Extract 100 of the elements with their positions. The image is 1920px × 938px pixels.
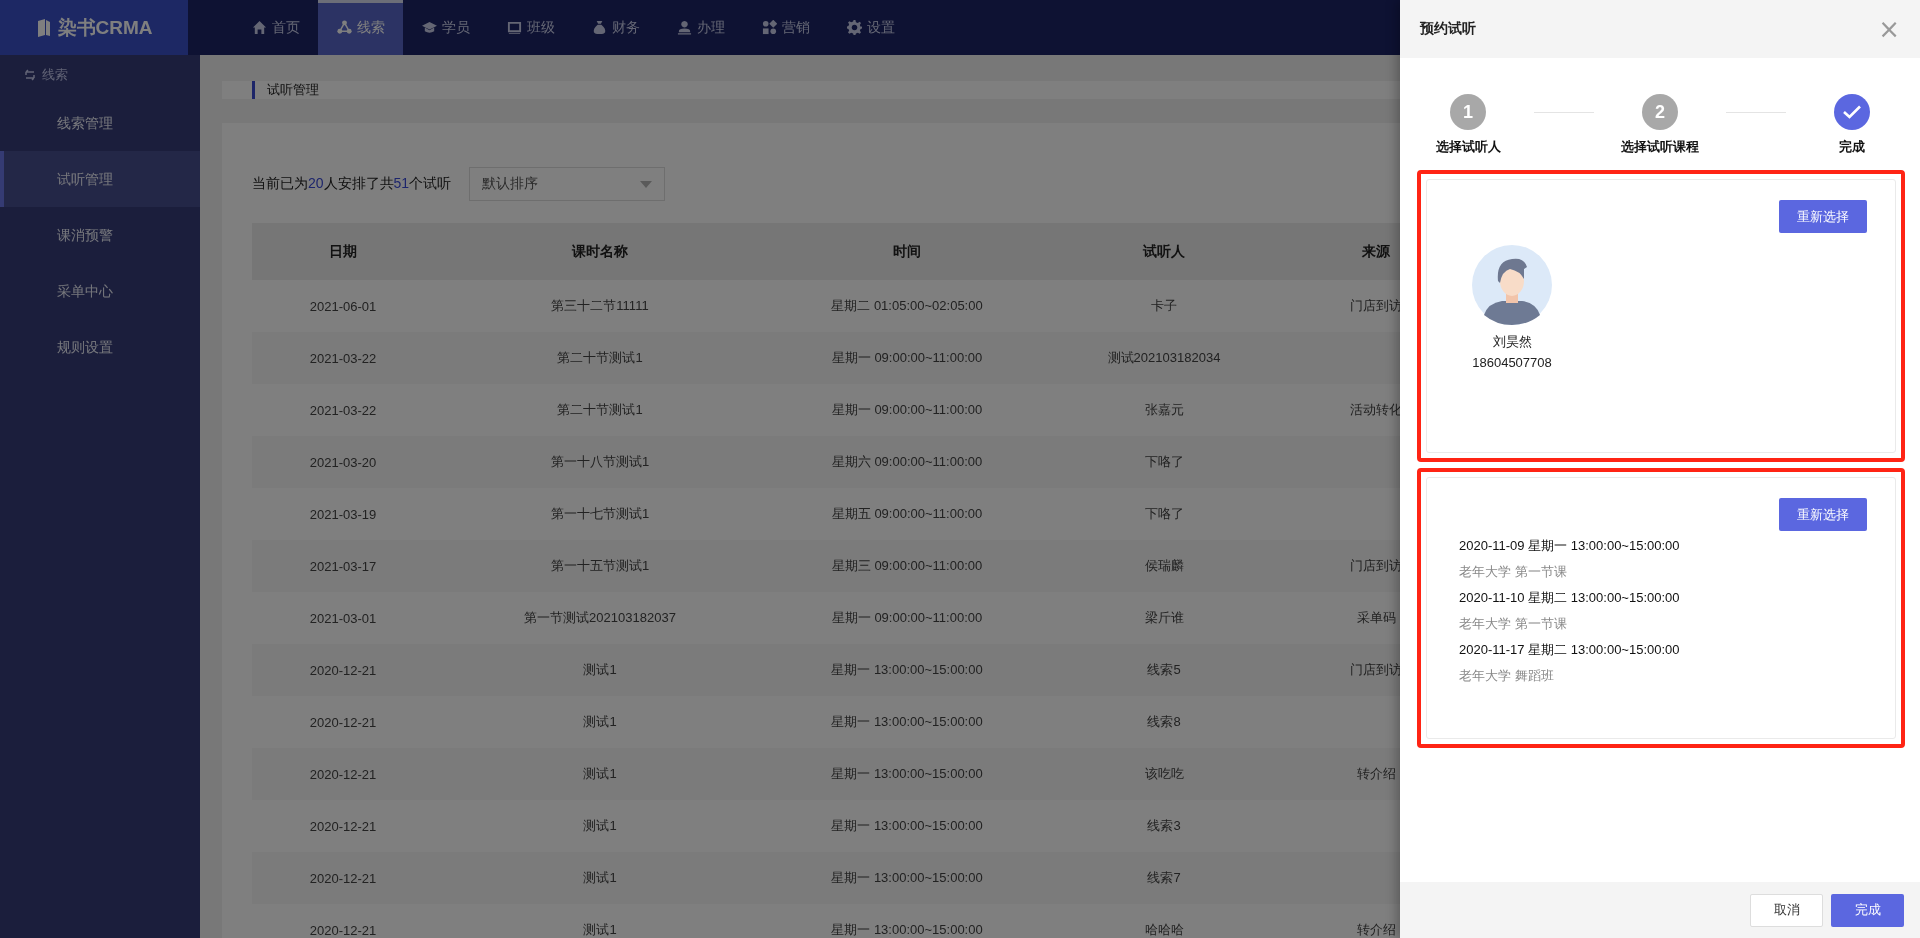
table-cell: 侯瑞麟 <box>1144 558 1184 573</box>
network-icon <box>336 20 352 35</box>
table-cell: 第三十二节11111 <box>551 298 649 313</box>
table-cell: 卡子 <box>1151 298 1177 313</box>
close-button[interactable]: × <box>1878 16 1900 42</box>
graduation-cap-icon <box>421 20 437 35</box>
board-icon <box>506 20 522 35</box>
course-name: 老年大学 第一节课 <box>1459 563 1568 581</box>
table-cell: 2021-03-17 <box>309 558 377 574</box>
sidebar-item[interactable]: 试听管理 <box>0 151 200 207</box>
nav-tab[interactable]: 首页 <box>233 0 318 55</box>
table-cell: 2020-12-21 <box>309 922 377 938</box>
drawer-title: 预约试听 <box>1420 20 1476 38</box>
table-cell: 星期三 09:00:00~11:00:00 <box>831 558 983 573</box>
table-cell: 张嘉元 <box>1144 402 1184 417</box>
table-cell: 星期二 01:05:00~02:05:00 <box>831 298 983 313</box>
reselect-button[interactable]: 重新选择 <box>1779 498 1867 531</box>
check-icon <box>1843 105 1861 119</box>
table-cell: 线索8 <box>1147 714 1181 729</box>
table-cell: 测试1 <box>583 870 617 885</box>
table-cell: 第一十七节测试1 <box>550 506 650 521</box>
step-label: 选择试听人 <box>1435 138 1501 156</box>
table-cell: 第二十节测试1 <box>557 350 643 365</box>
table-cell: 线索3 <box>1147 818 1181 833</box>
table-cell: 门店到访 <box>1350 662 1402 677</box>
table-cell: 线索5 <box>1147 662 1181 677</box>
sidebar-item[interactable]: 课消预警 <box>0 207 200 263</box>
course-name: 老年大学 第一节课 <box>1459 615 1568 633</box>
table-cell: 测试202103182034 <box>1107 350 1221 365</box>
home-icon <box>251 20 267 35</box>
table-cell: 2021-03-20 <box>309 454 377 470</box>
table-cell: 2021-03-19 <box>309 506 377 522</box>
settings-icon <box>846 20 862 35</box>
table-cell: 第一十五节测试1 <box>550 558 650 573</box>
session-time: 2020-11-10 星期二 13:00:00~15:00:00 <box>1459 589 1681 607</box>
table-cell: 星期六 09:00:00~11:00:00 <box>831 454 983 469</box>
nav-tab[interactable]: 营销 <box>743 0 828 55</box>
nav-tab[interactable]: 线索 <box>318 0 403 55</box>
logo-text: 染书CRMA <box>57 15 153 40</box>
table-cell: 下咯了 <box>1144 506 1184 521</box>
table-cell: 2021-03-22 <box>309 402 377 418</box>
table-cell: 梁斤谁 <box>1144 610 1184 625</box>
table-cell: 测试1 <box>583 922 617 937</box>
step-marker: 2 <box>1642 94 1678 130</box>
table-cell: 测试1 <box>583 662 617 677</box>
course-name: 老年大学 舞蹈班 <box>1459 667 1555 685</box>
summary-text: 当前已为20人安排了共51个试听 <box>252 175 452 193</box>
column-header: 日期 <box>329 242 357 259</box>
table-cell: 采单码 <box>1356 610 1396 625</box>
step-label: 选择试听课程 <box>1621 138 1699 156</box>
book-icon <box>35 18 52 37</box>
table-cell: 门店到访 <box>1350 298 1402 313</box>
session-time: 2020-11-17 星期二 13:00:00~15:00:00 <box>1459 641 1681 659</box>
table-cell: 该吃吃 <box>1144 766 1184 781</box>
table-cell: 2020-12-21 <box>309 714 377 730</box>
step-label: 完成 <box>1839 138 1865 156</box>
nav-tab[interactable]: 班级 <box>488 0 573 55</box>
sidebar-section-title: 线索 <box>42 66 68 84</box>
table-cell: 测试1 <box>583 714 617 729</box>
avatar-icon <box>1472 245 1552 325</box>
table-cell: 2021-03-22 <box>309 350 377 366</box>
sort-select[interactable]: 默认排序 <box>469 167 666 201</box>
table-cell: 2020-12-21 <box>309 818 377 834</box>
table-cell: 测试1 <box>583 766 617 781</box>
page-title: 试听管理 <box>252 81 319 99</box>
table-cell: 线索7 <box>1147 870 1181 885</box>
nav-tab[interactable]: 财务 <box>573 0 658 55</box>
nav-tab[interactable]: 学员 <box>403 0 488 55</box>
column-header: 来源 <box>1362 242 1390 259</box>
table-cell: 星期五 09:00:00~11:00:00 <box>831 506 983 521</box>
finish-button[interactable]: 完成 <box>1831 893 1904 927</box>
column-header: 试听人 <box>1143 242 1185 259</box>
table-cell: 2021-06-01 <box>309 298 377 314</box>
reselect-button[interactable]: 重新选择 <box>1779 200 1867 233</box>
nav-tab[interactable]: 设置 <box>828 0 913 55</box>
sidebar-item[interactable]: 规则设置 <box>0 319 200 375</box>
table-cell: 哈哈哈 <box>1144 922 1184 937</box>
step-marker: 1 <box>1450 94 1486 130</box>
sidebar-item[interactable]: 线索管理 <box>0 95 200 151</box>
person-icon <box>676 20 692 35</box>
session-time: 2020-11-09 星期一 13:00:00~15:00:00 <box>1459 537 1681 555</box>
swap-icon <box>24 69 36 81</box>
table-cell: 转介绍 <box>1356 922 1396 937</box>
table-cell: 测试1 <box>583 818 617 833</box>
table-cell: 转介绍 <box>1356 766 1396 781</box>
cancel-button[interactable]: 取消 <box>1750 893 1823 927</box>
money-bag-icon <box>591 20 607 35</box>
table-cell: 第一十八节测试1 <box>550 454 650 469</box>
nav-tab[interactable]: 办理 <box>658 0 743 55</box>
table-cell: 2020-12-21 <box>309 766 377 782</box>
student-phone: 18604507708 <box>1472 355 1552 370</box>
sidebar-item[interactable]: 采单中心 <box>0 263 200 319</box>
table-cell: 门店到访 <box>1350 558 1402 573</box>
column-header: 时间 <box>893 242 921 259</box>
table-cell: 2020-12-21 <box>309 870 377 886</box>
table-cell: 2020-12-21 <box>309 662 377 678</box>
student-name: 刘昊然 <box>1492 333 1532 351</box>
table-cell: 第二十节测试1 <box>557 402 643 417</box>
table-cell: 2021-03-01 <box>309 610 377 626</box>
column-header: 课时名称 <box>572 242 628 259</box>
